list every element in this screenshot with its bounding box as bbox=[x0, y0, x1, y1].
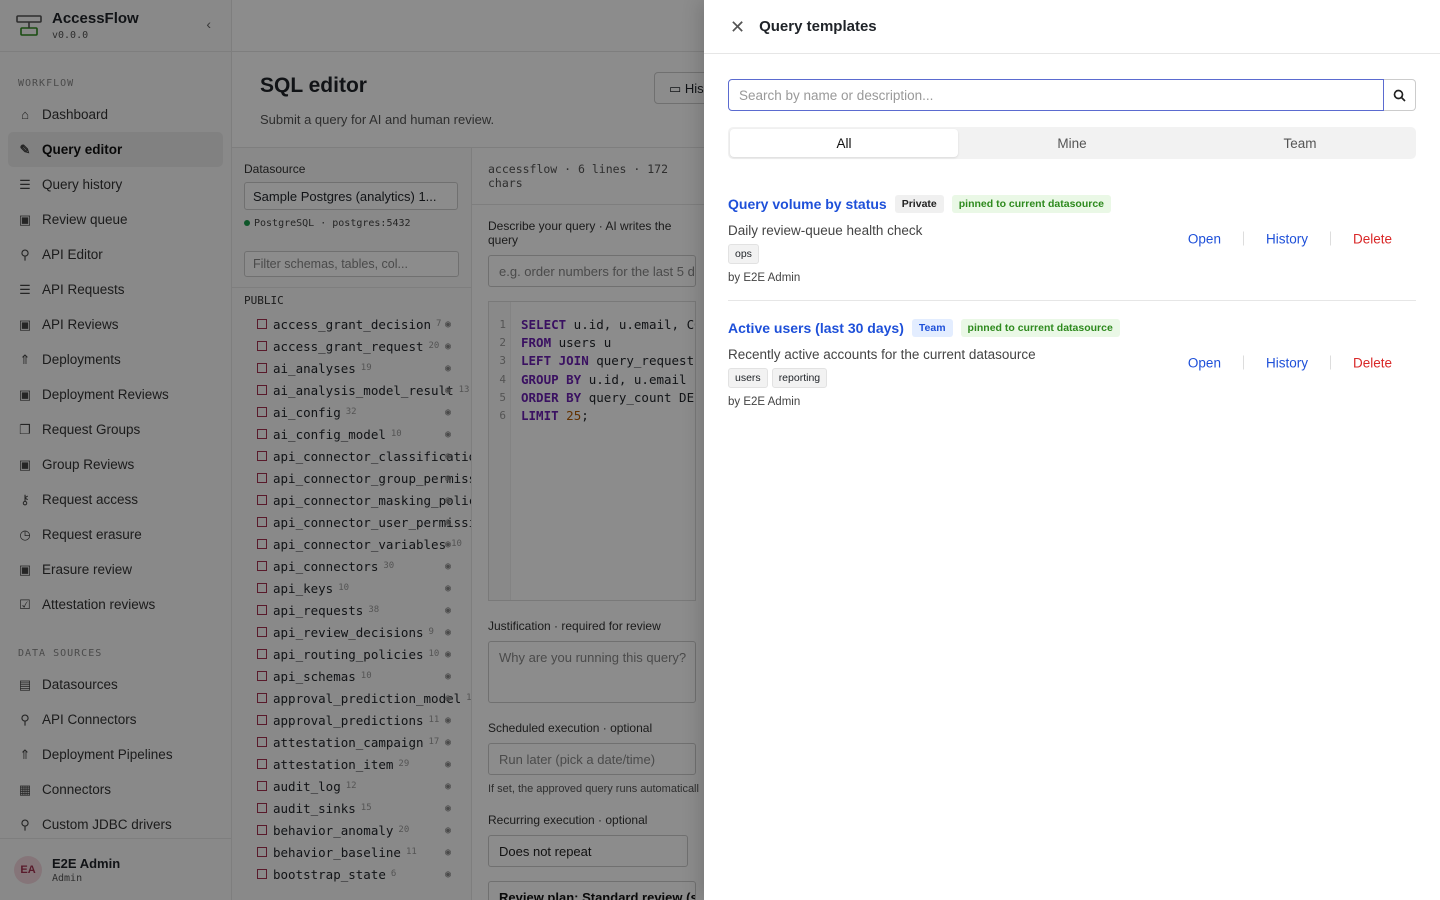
open-button[interactable]: Open bbox=[1166, 355, 1243, 370]
template-name-link[interactable]: Query volume by status bbox=[728, 196, 887, 212]
tag-chip: users bbox=[728, 368, 768, 388]
open-button[interactable]: Open bbox=[1166, 231, 1243, 246]
close-icon[interactable]: ✕ bbox=[730, 18, 745, 36]
template-title-row: Active users (last 30 days) Team pinned to… bbox=[728, 319, 1416, 337]
tag-list: users reporting bbox=[728, 368, 1416, 388]
history-button[interactable]: History bbox=[1244, 355, 1330, 370]
search-row bbox=[728, 79, 1416, 111]
template-title-row: Query volume by status Private pinned to c… bbox=[728, 195, 1416, 213]
visibility-badge: Private bbox=[894, 195, 944, 213]
tag-chip: reporting bbox=[771, 368, 828, 388]
drawer-header: ✕ Query templates bbox=[704, 0, 1440, 54]
tag-chip: ops bbox=[728, 244, 759, 264]
tab-team[interactable]: Team bbox=[1186, 129, 1414, 157]
tag-list: ops bbox=[728, 244, 1416, 264]
template-filter-tabs: All Mine Team bbox=[728, 127, 1416, 159]
template-list: Query volume by status Private pinned to c… bbox=[704, 177, 1440, 424]
pinned-badge: pinned to current datasource bbox=[960, 319, 1120, 337]
history-button[interactable]: History bbox=[1244, 231, 1330, 246]
template-search-input[interactable] bbox=[728, 79, 1384, 111]
template-item: Query volume by status Private pinned to c… bbox=[728, 177, 1416, 301]
delete-button[interactable]: Delete bbox=[1331, 231, 1416, 246]
template-item: Active users (last 30 days) Team pinned to… bbox=[728, 301, 1416, 424]
tab-all[interactable]: All bbox=[730, 129, 958, 157]
tab-mine[interactable]: Mine bbox=[958, 129, 1186, 157]
template-actions: Open History Delete bbox=[1166, 355, 1416, 370]
template-name-link[interactable]: Active users (last 30 days) bbox=[728, 320, 904, 336]
pinned-badge: pinned to current datasource bbox=[951, 195, 1112, 213]
search-button[interactable] bbox=[1384, 79, 1416, 111]
query-templates-drawer: ✕ Query templates AllMineTeam Query volu… bbox=[704, 0, 1440, 900]
delete-button[interactable]: Delete bbox=[1331, 355, 1416, 370]
visibility-badge: Team bbox=[911, 319, 953, 337]
template-author: by E2E Admin bbox=[728, 272, 801, 284]
search-icon bbox=[1393, 89, 1406, 102]
template-actions: Open History Delete bbox=[1166, 231, 1416, 246]
template-author: by E2E Admin bbox=[728, 396, 801, 408]
drawer-title: Query templates bbox=[759, 18, 877, 35]
